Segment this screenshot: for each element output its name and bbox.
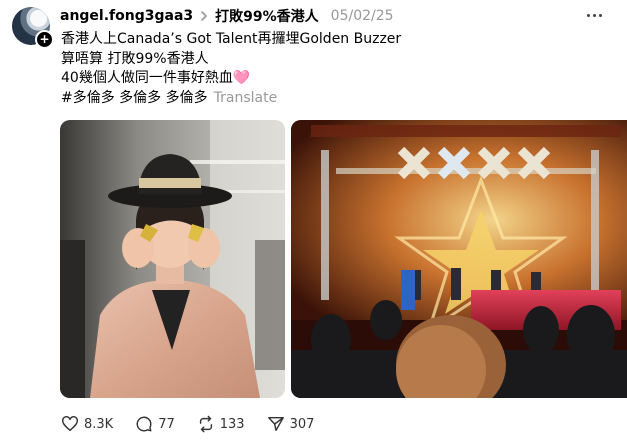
action-bar: 8.3K 77 133 307 bbox=[61, 414, 336, 434]
username[interactable]: angel.fong3gaa3 bbox=[60, 8, 193, 24]
post-image-1[interactable] bbox=[60, 120, 285, 398]
send-icon bbox=[267, 416, 284, 432]
topic-tag[interactable]: 打敗99%香港人 bbox=[215, 6, 319, 26]
post-header: angel.fong3gaa3 打敗99%香港人 05/02/25 bbox=[60, 6, 394, 26]
like-button[interactable]: 8.3K bbox=[61, 415, 113, 433]
post-line-3: 40幾個人做同一件事好熱血🩷 bbox=[61, 70, 251, 86]
follow-plus-icon[interactable]: + bbox=[35, 30, 54, 49]
post-line-2: 算唔算 打敗99%香港人 bbox=[61, 50, 209, 67]
post-body: 香港人上Canada’s Got Talent再攞埋Golden Buzzer … bbox=[61, 30, 601, 108]
post-line-1: 香港人上Canada’s Got Talent再攞埋Golden Buzzer bbox=[61, 31, 402, 47]
comment-icon bbox=[136, 416, 152, 432]
share-button[interactable]: 307 bbox=[267, 415, 315, 433]
heart-icon bbox=[62, 416, 78, 432]
more-options-icon[interactable] bbox=[583, 5, 605, 25]
repost-count: 133 bbox=[219, 416, 245, 432]
hashtag-line[interactable]: #多倫多 多倫多 多倫多 bbox=[61, 90, 208, 106]
post-date: 05/02/25 bbox=[330, 8, 394, 24]
share-count: 307 bbox=[289, 416, 315, 432]
repost-button[interactable]: 133 bbox=[197, 415, 245, 433]
post-line-4: #多倫多 多倫多 多倫多 Translate bbox=[61, 89, 601, 109]
chevron-right-icon bbox=[201, 11, 207, 21]
like-count: 8.3K bbox=[84, 416, 114, 432]
translate-link[interactable]: Translate bbox=[214, 90, 278, 106]
post-image-2[interactable] bbox=[291, 120, 627, 398]
repost-icon bbox=[199, 415, 212, 433]
reply-count: 77 bbox=[158, 416, 175, 432]
reply-button[interactable]: 77 bbox=[135, 415, 175, 433]
